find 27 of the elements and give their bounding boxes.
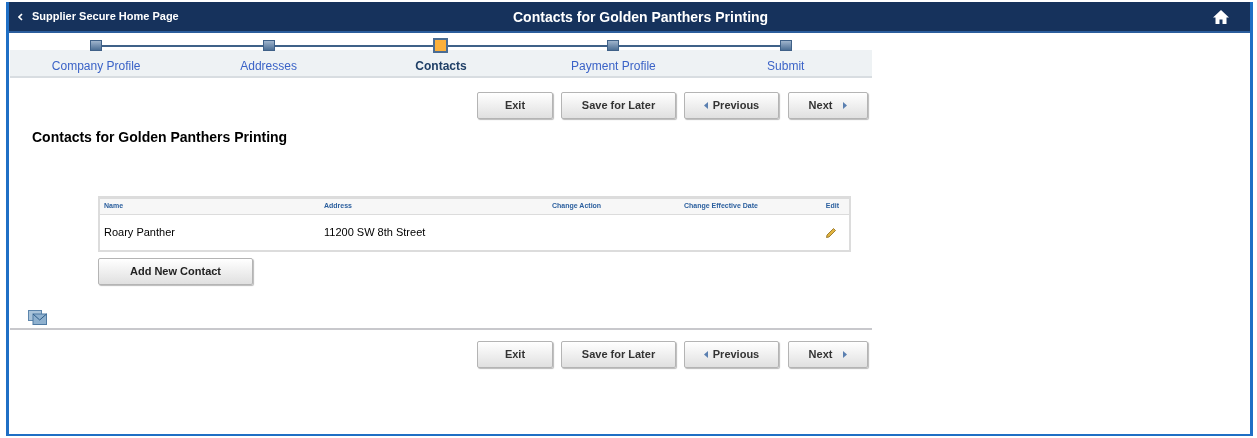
step-tab[interactable]: Company Profile (51, 57, 141, 75)
save-button[interactable]: Save for Later (561, 341, 676, 368)
step-tab[interactable]: Contacts (415, 57, 467, 75)
table-cell-text: Roary Panther (103, 225, 176, 241)
mail-icon[interactable] (28, 310, 47, 325)
caret-icon (843, 102, 848, 109)
back-chevron-icon (18, 12, 23, 21)
caret-icon (703, 351, 708, 358)
page-title: Contacts for Golden Panthers Printing (32, 128, 289, 147)
add-contact-button[interactable]: Add New Contact (98, 258, 253, 285)
step-tab[interactable]: Payment Profile (571, 57, 656, 75)
next-button[interactable]: Next (788, 92, 868, 119)
exit-button[interactable]: Exit (477, 341, 553, 368)
home-icon[interactable] (1212, 9, 1230, 25)
table-cell-text: 11200 SW 8th Street (324, 225, 427, 241)
pencil-icon[interactable] (826, 227, 836, 238)
previous-button[interactable]: Previous (684, 92, 779, 119)
back-link[interactable]: Supplier Secure Home Page (18, 8, 179, 25)
caret-icon (843, 351, 848, 358)
next-button[interactable]: Next (788, 341, 868, 368)
caret-icon (703, 102, 708, 109)
previous-button[interactable]: Previous (684, 341, 779, 368)
exit-button[interactable]: Exit (477, 92, 553, 119)
window-title: Contacts for Golden Panthers Printing (513, 8, 769, 27)
save-button[interactable]: Save for Later (561, 92, 676, 119)
step-tab[interactable]: Submit (767, 57, 805, 75)
step-tab[interactable]: Addresses (240, 57, 297, 75)
